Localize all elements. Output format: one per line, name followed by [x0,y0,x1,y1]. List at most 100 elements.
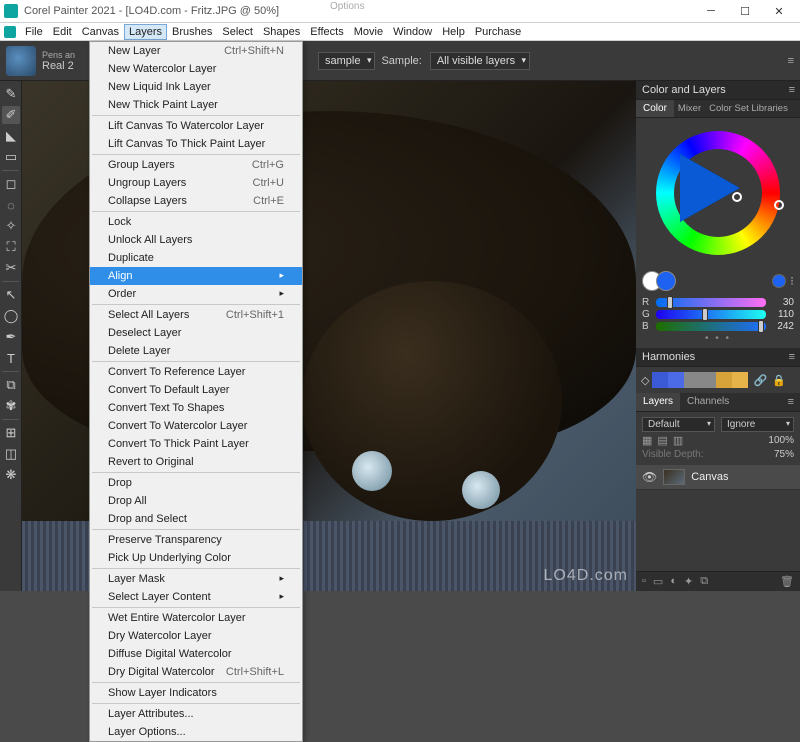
mirror-tool-icon[interactable]: ◫ [2,445,20,463]
doc-icon[interactable] [4,26,16,38]
lock-icon[interactable]: 🔒 [772,374,786,387]
layer-name[interactable]: Canvas [691,471,728,483]
options-menu-icon[interactable]: ≡ [788,55,794,67]
adjuster-tool-icon[interactable]: ↖ [2,286,20,304]
eraser-tool-icon[interactable]: ▭ [2,148,20,166]
tab-color[interactable]: Color [636,100,674,117]
close-button[interactable]: ✕ [762,0,796,22]
tab-layers[interactable]: Layers [636,393,680,411]
menu-item-new-thick-paint-layer[interactable]: New Thick Paint Layer [90,96,302,114]
menu-brushes[interactable]: Brushes [167,24,217,40]
transform-tool-icon[interactable]: ⛶ [2,238,20,256]
panel-menu-icon[interactable]: ≡ [789,84,794,96]
link-icon[interactable]: 🔗 [753,374,767,387]
menu-item-collapse-layers[interactable]: Collapse LayersCtrl+E [90,192,302,210]
harmony-swatch[interactable] [668,372,684,388]
tab-mixer[interactable]: Mixer [674,100,705,117]
depth-value[interactable]: 75% [774,449,794,460]
pen-tool-icon[interactable]: ✒ [2,328,20,346]
menu-help[interactable]: Help [437,24,470,40]
dropper-tool-icon[interactable]: ✐ [2,106,20,124]
sample-source-dropdown[interactable]: All visible layers [430,52,530,70]
tab-color-set[interactable]: Color Set Libraries [705,100,792,117]
menu-effects[interactable]: Effects [305,24,348,40]
menu-item-duplicate[interactable]: Duplicate [90,249,302,267]
menu-item-convert-to-default-layer[interactable]: Convert To Default Layer [90,381,302,399]
b-value[interactable]: 242 [770,321,794,332]
dup-icon[interactable]: ⧉ [700,575,708,588]
harmony-swatch[interactable] [684,372,700,388]
sv-indicator[interactable] [732,192,742,202]
new-layer-icon[interactable]: ▫ [642,575,646,588]
divine-tool-icon[interactable]: ⊞ [2,424,20,442]
opacity-value[interactable]: 100% [768,435,794,446]
hue-indicator[interactable] [774,200,784,210]
menu-purchase[interactable]: Purchase [470,24,526,40]
mask-mode-dropdown[interactable]: Ignore [721,417,794,432]
menu-item-delete-layer[interactable]: Delete Layer [90,342,302,360]
layer-row-canvas[interactable]: 👁 Canvas [636,465,800,490]
menu-item-deselect-layer[interactable]: Deselect Layer [90,324,302,342]
mask-icon[interactable]: ◐ [670,575,677,588]
menu-shapes[interactable]: Shapes [258,24,305,40]
r-slider[interactable] [656,298,766,307]
menu-canvas[interactable]: Canvas [77,24,124,40]
color-layers-panel-title[interactable]: Color and Layers ≡ [636,81,800,100]
menu-item-pick-up-underlying-color[interactable]: Pick Up Underlying Color [90,549,302,567]
r-value[interactable]: 30 [770,297,794,308]
color-wheel[interactable] [636,118,800,268]
menu-item-revert-to-original[interactable]: Revert to Original [90,453,302,471]
menu-file[interactable]: File [20,24,48,40]
clone-tool-icon[interactable]: ⧉ [2,376,20,394]
kaleidoscope-tool-icon[interactable]: ❋ [2,466,20,484]
visibility-icon[interactable]: 👁 [642,470,657,484]
mini-swatch[interactable] [772,274,786,288]
menu-item-convert-text-to-shapes[interactable]: Convert Text To Shapes [90,399,302,417]
menu-item-drop-and-select[interactable]: Drop and Select [90,510,302,528]
harmony-type-icon[interactable]: ◇ [641,374,649,387]
menu-item-new-watercolor-layer[interactable]: New Watercolor Layer [90,60,302,78]
text-tool-icon[interactable]: T [2,349,20,367]
menu-item-wet-entire-watercolor-layer[interactable]: Wet Entire Watercolor Layer [90,609,302,627]
harmony-swatch[interactable] [700,372,716,388]
menu-layers[interactable]: Layers [124,24,167,40]
more-dots-icon[interactable]: • • • [642,333,794,344]
lock-pixels-icon[interactable]: ▤ [657,434,667,447]
menu-item-ungroup-layers[interactable]: Ungroup LayersCtrl+U [90,174,302,192]
brush-category[interactable]: Pens an Real 2 [42,50,94,72]
fx-icon[interactable]: ✦ [684,575,693,588]
menu-item-convert-to-thick-paint-layer[interactable]: Convert To Thick Paint Layer [90,435,302,453]
lock-all-icon[interactable]: ▦ [642,434,652,447]
menu-item-layer-mask[interactable]: Layer Mask▸ [90,570,302,588]
g-value[interactable]: 110 [770,309,794,320]
fg-swatch[interactable] [656,271,676,291]
menu-item-diffuse-digital-watercolor[interactable]: Diffuse Digital Watercolor [90,645,302,663]
menu-item-group-layers[interactable]: Group LayersCtrl+G [90,156,302,174]
blend-mode-dropdown[interactable]: Default [642,417,715,432]
color-options-icon[interactable]: ⁝ [790,274,794,288]
menu-item-show-layer-indicators[interactable]: Show Layer Indicators [90,684,302,702]
new-group-icon[interactable]: ▭ [653,575,663,588]
menu-item-preserve-transparency[interactable]: Preserve Transparency [90,531,302,549]
harmony-swatch[interactable] [652,372,668,388]
menu-item-unlock-all-layers[interactable]: Unlock All Layers [90,231,302,249]
menu-item-convert-to-reference-layer[interactable]: Convert To Reference Layer [90,363,302,381]
menu-item-select-all-layers[interactable]: Select All LayersCtrl+Shift+1 [90,306,302,324]
menu-item-align[interactable]: Align▸ [90,267,302,285]
harmony-swatch[interactable] [732,372,748,388]
tab-channels[interactable]: Channels [680,393,736,411]
menu-item-order[interactable]: Order▸ [90,285,302,303]
menu-item-convert-to-watercolor-layer[interactable]: Convert To Watercolor Layer [90,417,302,435]
panel-menu-icon[interactable]: ≡ [782,393,800,411]
menu-item-drop[interactable]: Drop [90,474,302,492]
harmony-swatch[interactable] [716,372,732,388]
lock-pos-icon[interactable]: ▥ [673,434,683,447]
bucket-tool-icon[interactable]: ◣ [2,127,20,145]
shape-tool-icon[interactable]: ◯ [2,307,20,325]
minimize-button[interactable]: ─ [694,0,728,22]
g-slider[interactable] [656,310,766,319]
menu-item-new-liquid-ink-layer[interactable]: New Liquid Ink Layer [90,78,302,96]
menu-item-layer-options-[interactable]: Layer Options... [90,723,302,741]
menu-item-lock[interactable]: Lock [90,213,302,231]
harmonies-panel-title[interactable]: Harmonies ≡ [636,348,800,367]
